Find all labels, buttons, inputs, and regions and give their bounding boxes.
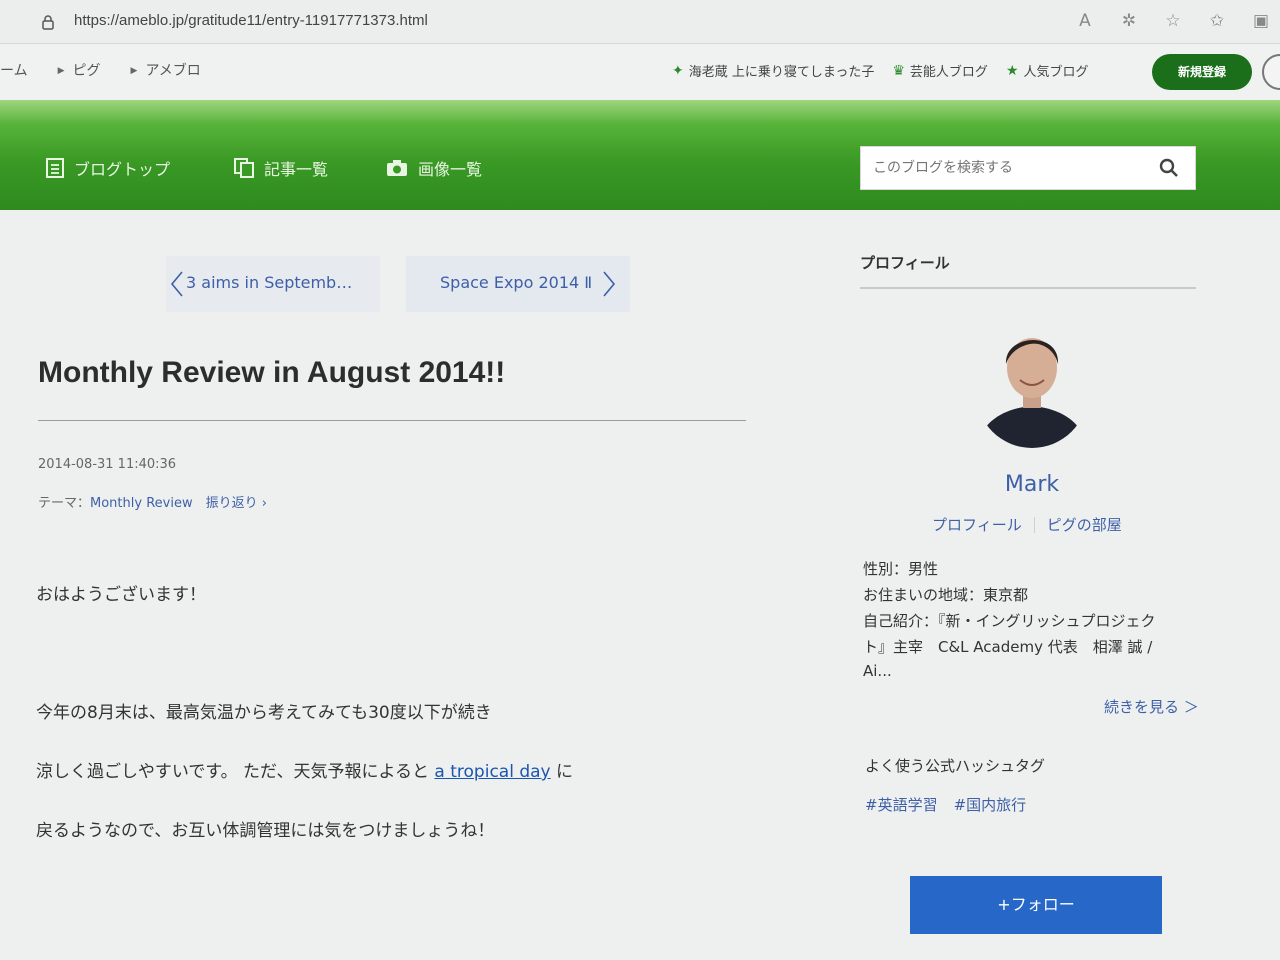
post-date: 2014-08-31 11:40:36: [38, 457, 177, 472]
post-theme: テーマ：Monthly Review 振り返り ›: [38, 496, 267, 511]
favorites-icon[interactable]: ✩: [1206, 10, 1228, 32]
copy-icon: [234, 158, 254, 178]
browser-address-bar: https://ameblo.jp/gratitude11/entry-1191…: [0, 0, 1280, 44]
nav-image-list[interactable]: 画像一覧: [386, 156, 482, 180]
profile-link[interactable]: プロフィール: [932, 514, 1022, 535]
profile-name[interactable]: Mark: [960, 472, 1104, 497]
login-button[interactable]: [1262, 54, 1280, 90]
post-paragraph-3: 戻るようなので、お互い体調管理には気をつけましょうね！: [36, 821, 495, 841]
chevron-right-icon: ›: [261, 496, 267, 511]
triangle-icon: ▶: [130, 66, 138, 76]
title-divider: [38, 420, 746, 421]
next-article-link[interactable]: Space Expo 2014 Ⅱ: [406, 256, 630, 312]
camera-icon: [387, 160, 407, 176]
post-paragraph-1: 今年の8月末は、最高気温から考えてみても30度以下が続き: [36, 703, 492, 723]
blog-nav: ブログトップ 記事一覧 画像一覧: [0, 100, 1280, 210]
nav-blog-top[interactable]: ブログトップ: [46, 156, 170, 180]
post-title: Monthly Review in August 2014!!: [38, 356, 506, 389]
favorites-add-icon[interactable]: ☆: [1162, 10, 1184, 32]
chevron-right-icon: [603, 271, 616, 297]
collections-icon[interactable]: ▣: [1250, 10, 1272, 32]
read-more-link[interactable]: 続きを見る ＞: [1104, 696, 1199, 717]
avatar[interactable]: [976, 320, 1088, 448]
post-paragraph-2: 涼しく過ごしやすいです。 ただ、天気予報によると a tropical day …: [36, 762, 574, 782]
read-aloud-icon[interactable]: A: [1074, 10, 1096, 32]
triangle-icon: ▶: [57, 66, 65, 76]
search-icon[interactable]: [1159, 158, 1179, 178]
profile-intro-line-1: 自己紹介：『新・イングリッシュプロジェク: [863, 612, 1156, 630]
theme-extra-link[interactable]: 振り返り ›: [206, 496, 267, 511]
sparkle-icon: ✦: [672, 62, 684, 79]
post-greeting: おはようございます！: [36, 585, 206, 605]
breadcrumb-ameblo[interactable]: ▶ アメブロ: [131, 60, 201, 80]
url-field[interactable]: https://ameblo.jp/gratitude11/entry-1191…: [74, 12, 428, 29]
profile-intro-line-3: Ai...: [863, 662, 892, 680]
profile-heading: プロフィール: [860, 254, 950, 272]
breadcrumb-home[interactable]: ーム: [0, 60, 28, 80]
chevron-left-icon: [170, 271, 183, 297]
theme-link[interactable]: Monthly Review: [90, 496, 193, 511]
divider: [1033, 516, 1035, 533]
crown-icon: ♛: [892, 62, 905, 79]
hashtag-heading: よく使う公式ハッシュタグ: [865, 757, 1046, 775]
profile-links: プロフィール ピグの部屋: [932, 514, 1122, 535]
lock-icon[interactable]: [40, 14, 56, 30]
hashtag-list: #英語学習 #国内旅行: [865, 794, 1026, 815]
celebrity-blog-link[interactable]: ♛ 芸能人ブログ: [892, 61, 988, 81]
profile-intro-line-2: ト』主宰 C&L Academy 代表 相澤 誠 /: [863, 638, 1153, 656]
breadcrumb: ーム ▶ ピグ ▶ アメブロ: [0, 60, 231, 80]
prev-article-link[interactable]: 3 aims in Septemb…: [166, 256, 380, 312]
profile-gender: 性別：男性: [863, 560, 939, 578]
ameba-header: ーム ▶ ピグ ▶ アメブロ ✦ 海老蔵 上に乗り寝てしまった子 ♛ 芸能人ブログ ★ 人…: [0, 44, 1280, 100]
popular-blog-link[interactable]: ★ 人気ブログ: [1005, 61, 1089, 81]
document-icon: [46, 158, 64, 178]
search-input[interactable]: [861, 147, 1141, 189]
tropical-day-link[interactable]: a tropical day: [434, 762, 550, 782]
breadcrumb-pigg[interactable]: ▶ ピグ: [58, 60, 101, 80]
star-icon: ★: [1005, 62, 1019, 79]
trending-topic-link[interactable]: ✦ 海老蔵 上に乗り寝てしまった子: [672, 61, 874, 81]
follow-button[interactable]: +フォロー: [910, 876, 1162, 934]
extension-icon[interactable]: ✲: [1118, 10, 1140, 32]
hashtag-domestic-travel[interactable]: #国内旅行: [954, 794, 1027, 815]
hashtag-english-study[interactable]: #英語学習: [865, 794, 938, 815]
blog-search: [860, 146, 1196, 190]
pigg-room-link[interactable]: ピグの部屋: [1047, 514, 1122, 535]
main-content: 3 aims in Septemb… Space Expo 2014 Ⅱ Mon…: [0, 210, 1280, 960]
profile-region: お住まいの地域：東京都: [863, 586, 1029, 604]
signup-button[interactable]: 新規登録: [1152, 54, 1252, 90]
profile-divider: [860, 287, 1196, 289]
nav-article-list[interactable]: 記事一覧: [234, 156, 328, 180]
